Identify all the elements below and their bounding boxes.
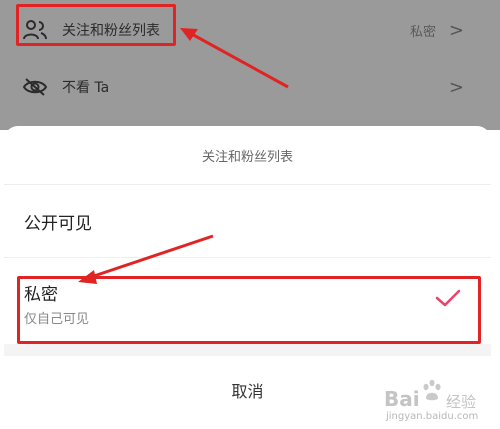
annotation-arrows bbox=[78, 28, 289, 284]
watermark-url: jingyan.baidu.com bbox=[386, 411, 479, 422]
annotation-arrow-bottom bbox=[87, 234, 214, 280]
arrowhead-icon bbox=[78, 270, 97, 284]
watermark-brand: Bai bbox=[384, 387, 420, 411]
annotation-arrow-top bbox=[187, 30, 289, 89]
baidu-jingyan-watermark: Bai 经验 jingyan.baidu.com bbox=[382, 379, 494, 425]
watermark-brand-suffix: 经验 bbox=[446, 393, 477, 411]
paw-logo-icon bbox=[423, 379, 441, 401]
